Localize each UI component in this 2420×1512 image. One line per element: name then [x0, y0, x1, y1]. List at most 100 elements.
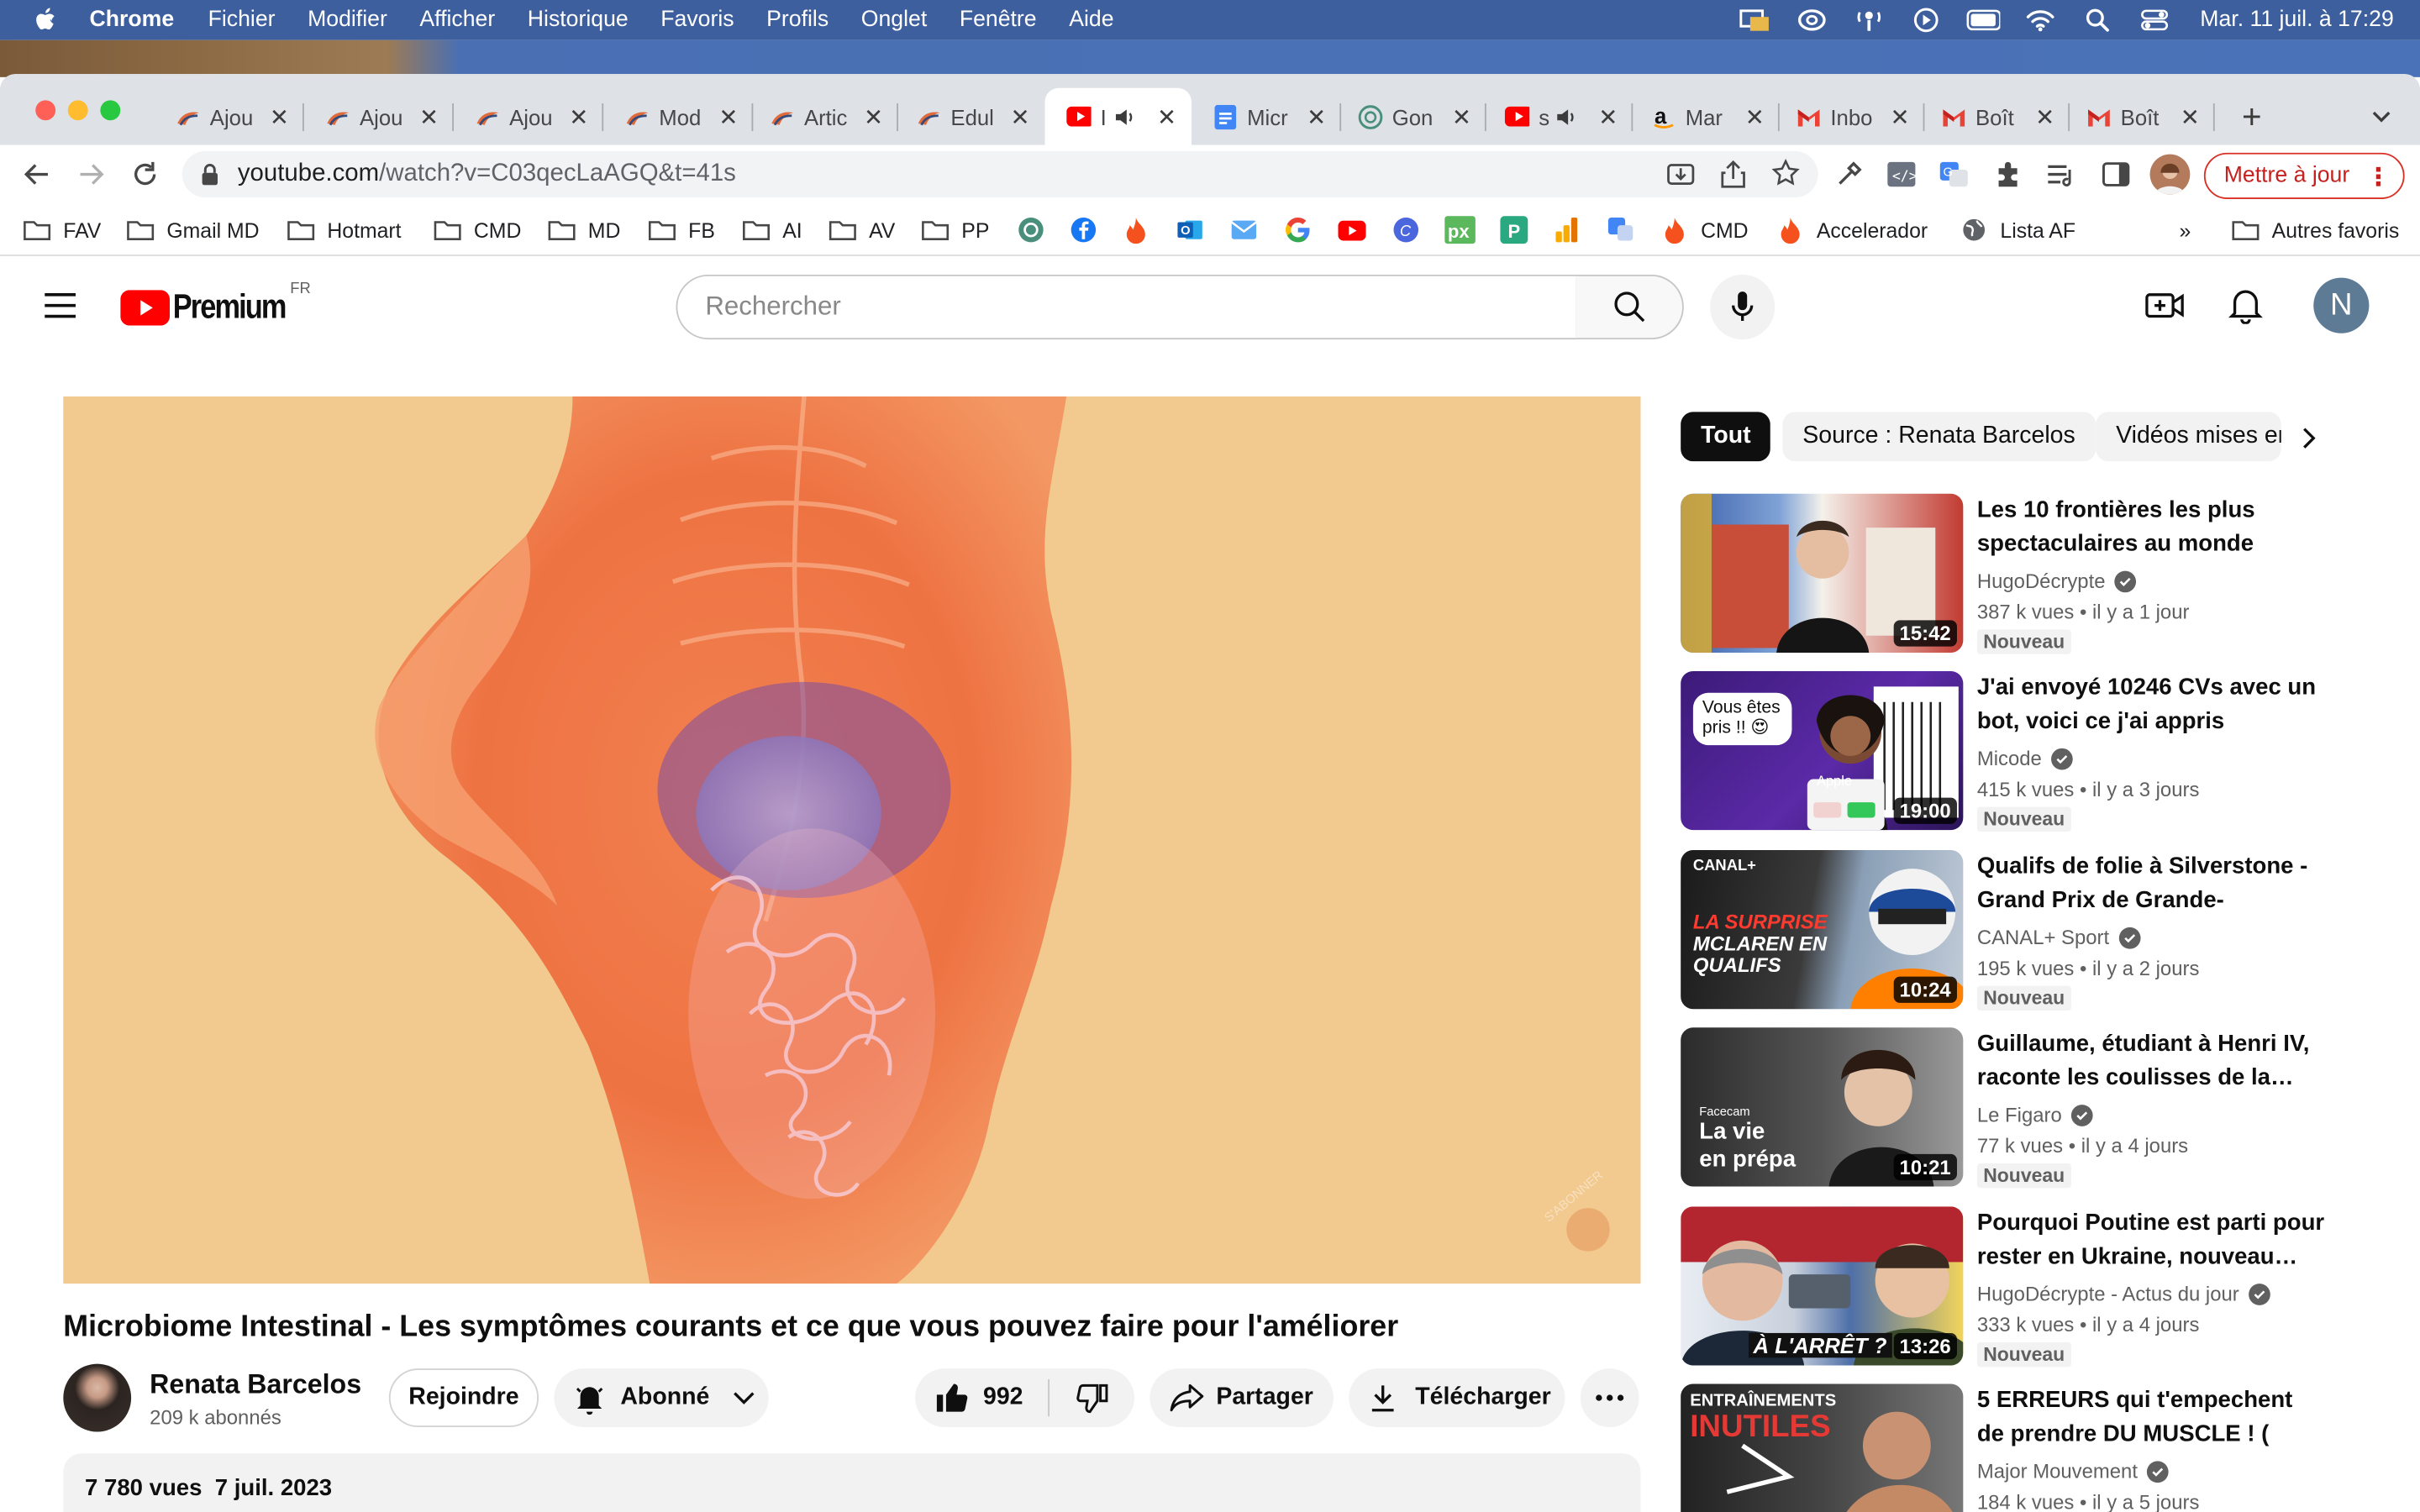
eyedropper-extension-icon[interactable]	[1832, 157, 1865, 191]
bookmark-analytics-icon[interactable]	[1555, 216, 1579, 244]
bookmark-folder-pp[interactable]: PP	[922, 216, 989, 244]
video-thumbnail[interactable]: ENTRAÎNEMENTS INUTILES	[1681, 1383, 1964, 1512]
tab-amazon[interactable]: a Mar ✕	[1630, 88, 1780, 145]
tab-youtube-2[interactable]: s ✕	[1483, 88, 1634, 145]
menu-historique[interactable]: Historique	[528, 8, 629, 32]
recommendation-title[interactable]: Qualifs de folie à Silverstone - Grand P…	[1977, 850, 2324, 918]
menu-onglet[interactable]: Onglet	[861, 8, 927, 32]
tab-artic[interactable]: Artic ✕	[749, 88, 898, 145]
recommendation-title[interactable]: Guillaume, étudiant à Henri IV, raconte …	[1977, 1027, 2324, 1095]
recommendation-channel[interactable]: Micode	[1977, 747, 2073, 770]
recommendation-title[interactable]: J'ai envoyé 10246 CVs avec un bot, voici…	[1977, 671, 2324, 739]
close-icon[interactable]: ✕	[1155, 104, 1179, 130]
podcast-icon[interactable]	[1851, 6, 1885, 34]
new-tab-button[interactable]: +	[2235, 97, 2269, 136]
bookmark-folder-hotmart[interactable]: Hotmart	[287, 216, 402, 244]
bookmark-mail-icon[interactable]	[1230, 216, 1258, 244]
account-avatar[interactable]: N	[2313, 277, 2370, 333]
bookmark-accelerador[interactable]: Accelerador	[1776, 216, 1928, 244]
speaker-icon[interactable]	[1555, 104, 1579, 129]
close-icon[interactable]: ✕	[1304, 104, 1328, 130]
recommendation-item[interactable]: CANAL+ LA SURPRISE MCLAREN EN QUALIFS 10…	[1681, 850, 2406, 1011]
join-button[interactable]: Rejoindre	[388, 1368, 539, 1427]
minimize-window-button[interactable]	[67, 100, 88, 121]
close-icon[interactable]: ✕	[2178, 104, 2202, 130]
menu-fenetre[interactable]: Fenêtre	[960, 8, 1037, 32]
recommendation-item[interactable]: Vous êtes pris !! 😍 Apple 19:00 J'ai env…	[1681, 670, 2406, 832]
video-player[interactable]: S'ABONNER	[63, 396, 1641, 1284]
recommendation-channel[interactable]: Major Mouvement	[1977, 1460, 2169, 1483]
bookmark-outlook-icon[interactable]: O	[1176, 216, 1204, 244]
recommendation-title[interactable]: 5 ERREURS qui t'empechent de prendre DU …	[1977, 1384, 2324, 1452]
tab-ajou-2[interactable]: Ajou ✕	[304, 88, 455, 145]
menubar-clock[interactable]: Mar. 11 juil. à 17:29	[2200, 8, 2393, 32]
tab-ajou-3[interactable]: Ajou ✕	[454, 88, 604, 145]
menu-app-name[interactable]: Chrome	[90, 8, 175, 32]
video-thumbnail[interactable]: À L'ARRÊT ? 13:26	[1681, 1206, 1964, 1366]
close-icon[interactable]: ✕	[716, 104, 740, 130]
bookmark-translate-icon[interactable]	[1607, 216, 1634, 244]
more-vert-icon[interactable]: ⋮	[2366, 162, 2391, 193]
close-icon[interactable]: ✕	[1007, 104, 1032, 130]
bookmark-openai-icon[interactable]	[1017, 216, 1044, 244]
bookmark-youtube-icon[interactable]	[1338, 216, 1366, 244]
close-icon[interactable]: ✕	[1596, 104, 1620, 130]
bookmark-star-icon[interactable]	[1771, 158, 1800, 194]
channel-avatar[interactable]	[63, 1363, 132, 1432]
apple-icon[interactable]	[34, 6, 58, 34]
tab-youtube-active[interactable]: I ✕	[1044, 87, 1192, 145]
menu-aide[interactable]: Aide	[1069, 8, 1113, 32]
notifications-bell-icon[interactable]	[2228, 287, 2263, 332]
search-button[interactable]	[1576, 274, 1684, 340]
menu-fichier[interactable]: Fichier	[208, 8, 276, 32]
tab-edul[interactable]: Edul ✕	[895, 88, 1044, 145]
bookmark-folder-av[interactable]: AV	[829, 216, 895, 244]
wifi-icon[interactable]	[2023, 6, 2056, 34]
screen-share-icon[interactable]	[1737, 6, 1770, 34]
side-panel-icon[interactable]	[2099, 157, 2133, 191]
chevron-right-icon[interactable]	[2300, 426, 2318, 459]
bookmark-google-icon[interactable]	[1284, 216, 1312, 244]
tab-gon[interactable]: Gon ✕	[1337, 88, 1486, 145]
voice-search-button[interactable]	[1710, 274, 1776, 340]
tab-search-chevron-icon[interactable]	[2366, 102, 2397, 133]
subscribed-button[interactable]: Abonné	[554, 1368, 769, 1427]
recommendation-channel[interactable]: HugoDécrypte - Actus du jour	[1977, 1282, 2270, 1305]
recommendation-item[interactable]: Facecam La vie en prépa 10:21 Guillaume,…	[1681, 1027, 2406, 1189]
bookmark-folder-gmail-md[interactable]: Gmail MD	[127, 216, 260, 244]
recommendation-title[interactable]: Pourquoi Poutine est parti pour rester e…	[1977, 1206, 2324, 1274]
bookmark-facebook-icon[interactable]	[1070, 216, 1097, 244]
youtube-premium-logo[interactable]: Premium	[120, 287, 305, 328]
close-icon[interactable]: ✕	[1887, 104, 1912, 130]
menu-favoris[interactable]: Favoris	[660, 8, 734, 32]
recommendation-channel[interactable]: CANAL+ Sport	[1977, 926, 2140, 949]
close-icon[interactable]: ✕	[566, 104, 591, 130]
video-thumbnail[interactable]: Vous êtes pris !! 😍 Apple 19:00	[1681, 670, 1964, 831]
close-icon[interactable]: ✕	[861, 104, 886, 130]
creative-cloud-icon[interactable]	[1794, 6, 1828, 34]
share-button[interactable]: Partager	[1150, 1368, 1334, 1427]
dislike-button[interactable]	[1050, 1368, 1134, 1427]
bookmark-canva-icon[interactable]: C	[1392, 216, 1420, 244]
tab-inbox[interactable]: Inbo ✕	[1775, 88, 1925, 145]
download-button[interactable]: Télécharger	[1349, 1368, 1565, 1427]
bookmark-lista-af[interactable]: Lista AF	[1960, 216, 2075, 244]
menu-afficher[interactable]: Afficher	[419, 8, 495, 32]
battery-icon[interactable]	[1965, 6, 2000, 34]
tab-micr[interactable]: Micr ✕	[1192, 88, 1342, 145]
chip-source-channel[interactable]: Source : Renata Barcelos	[1782, 412, 2096, 462]
tab-boite-1[interactable]: Boît ✕	[1920, 88, 2070, 145]
bookmark-px-icon[interactable]: px	[1444, 216, 1476, 244]
bookmark-folder-cmd[interactable]: CMD	[434, 216, 521, 244]
reload-button[interactable]	[128, 157, 161, 191]
hamburger-menu-icon[interactable]	[42, 291, 79, 327]
reading-list-icon[interactable]	[2045, 157, 2079, 191]
bookmark-folder-autres-favoris[interactable]: Autres favoris	[2232, 216, 2399, 244]
control-center-icon[interactable]	[2137, 6, 2170, 34]
tab-ajou-1[interactable]: Ajou ✕	[155, 88, 304, 145]
forward-button[interactable]	[74, 157, 108, 191]
extensions-puzzle-icon[interactable]	[1991, 157, 2024, 191]
address-bar[interactable]: youtube.com/watch?v=C03qecLaAGQ&t=41s	[182, 151, 1818, 198]
speaker-icon[interactable]	[1113, 104, 1137, 129]
chip-tout[interactable]: Tout	[1681, 412, 1771, 462]
